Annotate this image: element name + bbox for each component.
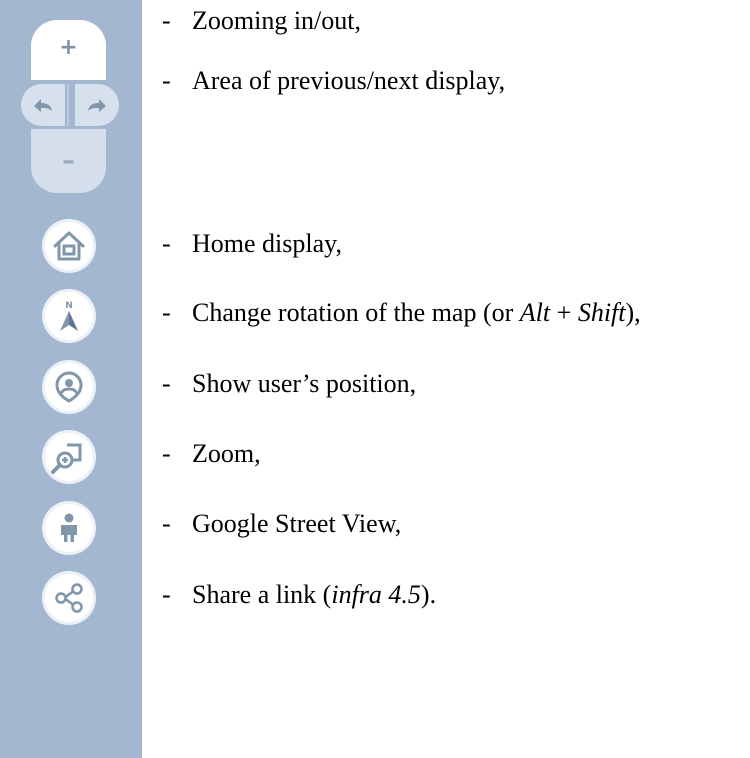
home-button[interactable]	[45, 222, 93, 270]
user-location-icon	[55, 371, 83, 403]
next-extent-button[interactable]	[75, 84, 119, 126]
plus-icon: +	[59, 34, 78, 60]
legend-text-end: ),	[625, 298, 641, 327]
legend-reference: infra 4.5	[331, 580, 421, 609]
legend-text: Share a link (	[192, 580, 332, 609]
share-link-button[interactable]	[45, 574, 93, 622]
compass-north-icon: N	[60, 301, 78, 331]
legend-home: - Home display,	[162, 229, 342, 259]
legend-plus: +	[550, 298, 578, 327]
street-view-button[interactable]	[45, 504, 93, 552]
key-shift: Shift	[577, 298, 626, 327]
bullet-dash: -	[162, 298, 171, 327]
legend-previous-next: - Area of previous/next display,	[162, 66, 505, 96]
legend-text: Change rotation of the map (or	[192, 298, 520, 327]
bullet-dash: -	[162, 580, 171, 609]
bullet-dash: -	[162, 229, 171, 258]
bullet-dash: -	[162, 369, 171, 398]
share-icon	[55, 583, 83, 613]
zoom-box-icon	[51, 443, 82, 474]
pegman-icon	[61, 513, 77, 542]
legend-text: Zoom,	[192, 439, 261, 468]
bullet-dash: -	[162, 66, 171, 95]
zoom-in-button[interactable]: +	[31, 20, 106, 80]
arrow-forward-icon	[75, 84, 119, 126]
legend-zoom-in-out: - Zooming in/out,	[162, 6, 361, 36]
legend-text: Google Street View,	[192, 509, 402, 538]
zoom-out-button[interactable]: –	[31, 129, 106, 193]
legend-zoom: - Zoom,	[162, 439, 261, 469]
legend-rotation: - Change rotation of the map (or Alt + Sh…	[162, 298, 641, 328]
legend-text: Area of previous/next display,	[192, 66, 506, 95]
arrow-back-icon	[21, 84, 65, 126]
legend-share-link: - Share a link (infra 4.5).	[162, 580, 436, 610]
legend-text-end: ).	[420, 580, 437, 609]
zoom-box-button[interactable]	[45, 433, 93, 481]
legend-street-view: - Google Street View,	[162, 509, 401, 539]
minus-icon: –	[62, 146, 75, 176]
previous-extent-button[interactable]	[21, 84, 65, 126]
legend-text: Show user’s position,	[192, 369, 417, 398]
history-divider	[67, 84, 69, 126]
bullet-dash: -	[162, 439, 171, 468]
bullet-dash: -	[162, 6, 171, 35]
legend-user-position: - Show user’s position,	[162, 369, 416, 399]
bullet-dash: -	[162, 509, 171, 538]
rotate-north-button[interactable]: N	[45, 292, 93, 340]
home-icon	[53, 231, 85, 261]
legend-text: Home display,	[192, 229, 342, 258]
key-alt: Alt	[519, 298, 551, 327]
north-letter: N	[65, 301, 73, 311]
map-toolbar: + – N	[0, 0, 142, 758]
legend-text: Zooming in/out,	[192, 6, 361, 35]
user-position-button[interactable]	[45, 363, 93, 411]
